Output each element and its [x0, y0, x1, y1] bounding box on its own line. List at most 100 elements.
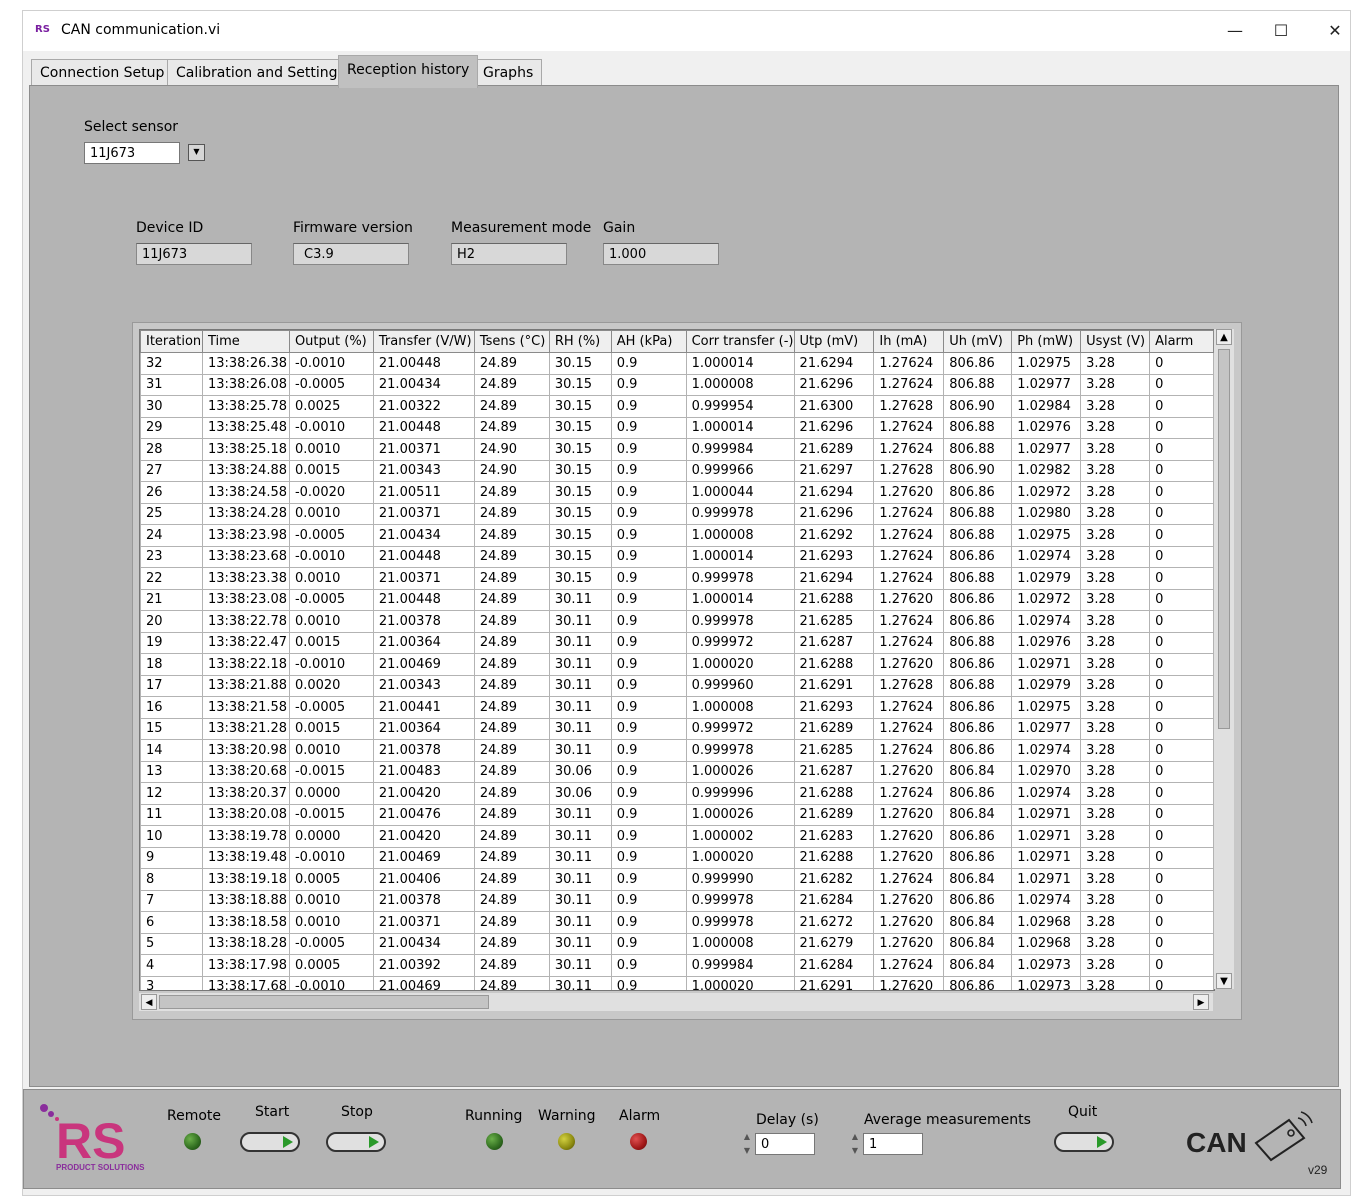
table-row[interactable]: 18 13:38:22.18 -0.0010 21.00469 24.89 30.11 0.…	[140, 653, 1214, 676]
scroll-up-icon[interactable]: ▲	[1216, 329, 1232, 345]
column-header[interactable]: Time	[201, 330, 290, 353]
tab-calibration-settings[interactable]: Calibration and Settings	[167, 59, 354, 86]
table-cell: 806.86	[943, 889, 1013, 912]
average-stepper[interactable]: ▲ ▼	[850, 1130, 860, 1158]
table-cell: 806.88	[943, 438, 1013, 461]
table-row[interactable]: 25 13:38:24.28 0.0010 21.00371 24.89 30.15 0.9…	[140, 502, 1214, 525]
column-header[interactable]: Alarm	[1149, 330, 1214, 353]
table-cell: 3.28	[1080, 889, 1151, 912]
table-row[interactable]: 20 13:38:22.78 0.0010 21.00378 24.89 30.11 0.9…	[140, 610, 1214, 633]
start-button[interactable]	[240, 1132, 300, 1152]
column-header[interactable]: Corr transfer (-)	[685, 330, 795, 353]
table-row[interactable]: 6 13:38:18.58 0.0010 21.00371 24.89 30.11 0.9 0…	[140, 911, 1214, 934]
table-row[interactable]: 27 13:38:24.88 0.0015 21.00343 24.90 30.15 0.9…	[140, 459, 1214, 482]
column-header[interactable]: Ih (mA)	[873, 330, 945, 353]
title-bar: RS CAN communication.vi — ☐ ✕	[23, 11, 1350, 51]
table-row[interactable]: 21 13:38:23.08 -0.0005 21.00448 24.89 30.11 0.…	[140, 588, 1214, 611]
scroll-left-icon[interactable]: ◀	[141, 994, 157, 1010]
column-header[interactable]: Utp (mV)	[793, 330, 875, 353]
table-row[interactable]: 12 13:38:20.37 0.0000 21.00420 24.89 30.06 0.9…	[140, 782, 1214, 805]
maximize-button[interactable]: ☐	[1259, 17, 1303, 45]
table-row[interactable]: 22 13:38:23.38 0.0010 21.00371 24.89 30.15 0.9…	[140, 567, 1214, 590]
table-row[interactable]: 14 13:38:20.98 0.0010 21.00378 24.89 30.11 0.9…	[140, 739, 1214, 762]
table-cell: 30.11	[548, 696, 612, 719]
delay-input[interactable]: 0	[755, 1133, 815, 1155]
column-header[interactable]: RH (%)	[548, 330, 612, 353]
table-cell: 3.28	[1080, 416, 1151, 439]
table-row[interactable]: 9 13:38:19.48 -0.0010 21.00469 24.89 30.11 0.9…	[140, 846, 1214, 869]
table-row[interactable]: 30 13:38:25.78 0.0025 21.00322 24.89 30.15 0.9…	[140, 395, 1214, 418]
table-cell: 0.9	[610, 502, 687, 525]
table-cell: 1.27624	[873, 567, 945, 590]
horizontal-scrollbar[interactable]: ◀ ▶	[139, 993, 1213, 1011]
scroll-right-icon[interactable]: ▶	[1193, 994, 1209, 1010]
column-header[interactable]: Ph (mW)	[1011, 330, 1082, 353]
table-cell: 0	[1149, 846, 1214, 869]
table-cell: 24.89	[473, 825, 550, 848]
table-row[interactable]: 5 13:38:18.28 -0.0005 21.00434 24.89 30.11 0.9…	[140, 932, 1214, 955]
table-cell: 1.02971	[1011, 653, 1082, 676]
column-header[interactable]: Tsens (°C)	[473, 330, 550, 353]
table-row[interactable]: 4 13:38:17.98 0.0005 21.00392 24.89 30.11 0.9 0…	[140, 954, 1214, 977]
scroll-down-icon[interactable]: ▼	[1216, 973, 1232, 989]
table-cell: 30.11	[548, 975, 612, 990]
table-row[interactable]: 3 13:38:17.68 -0.0010 21.00469 24.89 30.11 0.9…	[140, 975, 1214, 990]
table-cell: 1.27624	[873, 373, 945, 396]
table-row[interactable]: 28 13:38:25.18 0.0010 21.00371 24.90 30.15 0.9…	[140, 438, 1214, 461]
table-cell: 30	[140, 395, 203, 418]
table-cell: 1.02968	[1011, 911, 1082, 934]
table-cell: 13:38:22.18	[201, 653, 290, 676]
quit-button[interactable]	[1054, 1132, 1114, 1152]
table-row[interactable]: 24 13:38:23.98 -0.0005 21.00434 24.89 30.15 0.…	[140, 524, 1214, 547]
table-cell: 14	[140, 739, 203, 762]
table-cell: 0.999966	[685, 459, 795, 482]
tab-graphs[interactable]: Graphs	[474, 59, 543, 86]
table-cell: 1.27624	[873, 416, 945, 439]
table-row[interactable]: 19 13:38:22.47 0.0015 21.00364 24.89 30.11 0.9…	[140, 631, 1214, 654]
table-cell: 3.28	[1080, 911, 1151, 934]
table-cell: -0.0010	[288, 545, 374, 568]
column-header[interactable]: AH (kPa)	[610, 330, 687, 353]
scroll-thumb[interactable]	[1218, 349, 1230, 729]
table-row[interactable]: 17 13:38:21.88 0.0020 21.00343 24.89 30.11 0.9…	[140, 674, 1214, 697]
table-row[interactable]: 29 13:38:25.48 -0.0010 21.00448 24.89 30.15 0.…	[140, 416, 1214, 439]
table-row[interactable]: 26 13:38:24.58 -0.0020 21.00511 24.89 30.15 0.…	[140, 481, 1214, 504]
table-cell: 806.86	[943, 653, 1013, 676]
column-header[interactable]: Iteration	[140, 330, 203, 353]
table-cell: 1.000020	[685, 653, 795, 676]
scroll-thumb[interactable]	[159, 995, 489, 1009]
table-cell: 30.15	[548, 567, 612, 590]
table-cell: 21.6297	[793, 459, 875, 482]
column-header[interactable]: Output (%)	[288, 330, 374, 353]
table-row[interactable]: 16 13:38:21.58 -0.0005 21.00441 24.89 30.11 0.…	[140, 696, 1214, 719]
minimize-button[interactable]: —	[1213, 17, 1257, 45]
table-cell: 24.89	[473, 395, 550, 418]
table-cell: 16	[140, 696, 203, 719]
table-row[interactable]: 13 13:38:20.68 -0.0015 21.00483 24.89 30.06 0.…	[140, 760, 1214, 783]
select-sensor-dropdown[interactable]: 11J673	[84, 142, 180, 164]
table-row[interactable]: 7 13:38:18.88 0.0010 21.00378 24.89 30.11 0.9 0…	[140, 889, 1214, 912]
average-input[interactable]: 1	[863, 1133, 923, 1155]
history-table[interactable]: Iteration Time Output (%) Transfer (V/W)…	[139, 329, 1215, 991]
table-row[interactable]: 10 13:38:19.78 0.0000 21.00420 24.89 30.11 0.9…	[140, 825, 1214, 848]
column-header[interactable]: Usyst (V)	[1080, 330, 1151, 353]
table-row[interactable]: 15 13:38:21.28 0.0015 21.00364 24.89 30.11 0.9…	[140, 717, 1214, 740]
tab-reception-history[interactable]: Reception history	[338, 55, 479, 88]
table-cell: 0.9	[610, 717, 687, 740]
table-row[interactable]: 23 13:38:23.68 -0.0010 21.00448 24.89 30.15 0.…	[140, 545, 1214, 568]
column-header[interactable]: Transfer (V/W)	[372, 330, 475, 353]
table-cell: 1.27624	[873, 631, 945, 654]
table-row[interactable]: 8 13:38:19.18 0.0005 21.00406 24.89 30.11 0.9 0…	[140, 868, 1214, 891]
delay-stepper[interactable]: ▲ ▼	[742, 1130, 752, 1158]
chevron-down-icon[interactable]: ▼	[188, 144, 205, 161]
tab-connection-setup[interactable]: Connection Setup	[31, 59, 174, 86]
table-row[interactable]: 31 13:38:26.08 -0.0005 21.00434 24.89 30.15 0.…	[140, 373, 1214, 396]
vertical-scrollbar[interactable]: ▲ ▼	[1214, 329, 1234, 989]
table-cell: 1.02977	[1011, 373, 1082, 396]
stop-button[interactable]	[326, 1132, 386, 1152]
table-cell: 806.86	[943, 588, 1013, 611]
table-row[interactable]: 32 13:38:26.38 -0.0010 21.00448 24.89 30.15 0.…	[140, 352, 1214, 375]
column-header[interactable]: Uh (mV)	[943, 330, 1013, 353]
close-button[interactable]: ✕	[1313, 17, 1351, 45]
table-row[interactable]: 11 13:38:20.08 -0.0015 21.00476 24.89 30.11 0.…	[140, 803, 1214, 826]
